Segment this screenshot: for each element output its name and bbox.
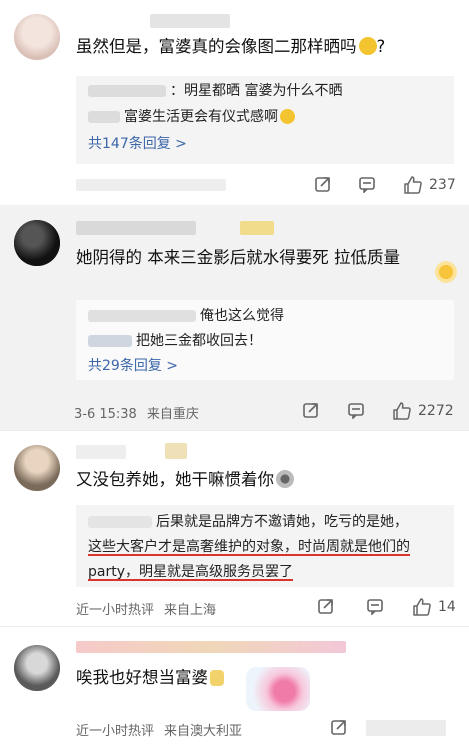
comment-icon: [359, 177, 375, 193]
username-blurred[interactable]: [150, 14, 230, 28]
face-emoji-icon: [276, 470, 294, 488]
action-bar: 3-6 15:38 来自重庆 2272: [74, 401, 459, 423]
comment-text: 她阴得的 本来三金影后就水得要死 拉低质量: [76, 248, 400, 267]
avatar[interactable]: [14, 445, 60, 491]
comment-meta: 近一小时热评 来自澳大利亚: [76, 720, 252, 739]
thumbs-up-icon: [393, 402, 411, 420]
avatar[interactable]: [14, 14, 60, 60]
share-button[interactable]: [330, 718, 348, 736]
reply-username-blurred: [88, 516, 152, 528]
comment-location: 来自澳大利亚: [164, 724, 243, 739]
laughing-emoji-icon: [280, 109, 295, 124]
reply-box[interactable]: 俺也这么觉得 把她三金都收回去！ 共29条回复 >: [76, 300, 454, 380]
quote-line-text: 这些大客户才是高奢维护的对象，时尚周就是他们的: [88, 539, 410, 555]
more-replies-link[interactable]: 共29条回复 >: [88, 355, 178, 375]
share-button[interactable]: [314, 175, 332, 193]
quoted-reply[interactable]: 后果就是品牌方不邀请她，吃亏的是她， 这些大客户才是高奢维护的对象，时尚周就是他…: [76, 505, 454, 587]
actions-blurred: [366, 720, 446, 736]
comment-location: 来自上海: [164, 603, 217, 618]
avatar[interactable]: [14, 220, 60, 266]
reply-line: ：明星都晒 富婆为什么不晒: [88, 80, 342, 100]
like-button[interactable]: 14: [412, 597, 456, 617]
meta-blurred: [76, 179, 226, 191]
thumbs-up-icon: [413, 598, 431, 616]
comment-time: 3-6 15:38: [74, 407, 137, 422]
thumbs-up-icon: [404, 176, 422, 194]
reply-line: 俺也这么觉得: [88, 305, 284, 325]
quote-line: party，明星就是高级服务员罢了: [88, 561, 293, 581]
like-count: 237: [429, 177, 456, 193]
reply-username-blurred: [88, 85, 166, 97]
share-icon: [318, 599, 333, 614]
username-blurred[interactable]: [76, 221, 196, 235]
sun-icon: [435, 261, 457, 283]
like-count: 14: [438, 599, 456, 615]
reply-username-blurred: [88, 335, 132, 347]
comment-button[interactable]: [358, 175, 376, 193]
quote-line-text: party，明星就是高级服务员罢了: [88, 564, 293, 580]
reply-line: 富婆生活更会有仪式感啊: [88, 106, 295, 126]
username-blurred[interactable]: [76, 445, 126, 459]
like-count: 2272: [418, 403, 454, 419]
badge-blurred: [240, 221, 274, 235]
comment-time: 近一小时热评: [76, 603, 155, 618]
avatar[interactable]: [14, 645, 60, 691]
comment-meta: 3-6 15:38 来自重庆: [74, 403, 209, 422]
comment-button[interactable]: [347, 401, 365, 419]
reply-username-blurred: [88, 310, 196, 322]
share-icon: [331, 720, 346, 735]
comment-icon: [348, 403, 364, 419]
reply-line: 把她三金都收回去！: [88, 330, 262, 350]
quote-line: 后果就是品牌方不邀请她，吃亏的是她，: [88, 511, 408, 531]
action-bar: 近一小时热评 来自澳大利亚: [76, 718, 459, 740]
comment-icon: [367, 599, 383, 615]
comment-meta: 近一小时热评 来自上海: [76, 599, 226, 618]
comment-4: 唉我也好想当富婆 近一小时热评 来自澳大利亚: [0, 627, 469, 750]
comment-2: 她阴得的 本来三金影后就水得要死 拉低质量 俺也这么觉得 把她三金都收回去！ 共…: [0, 205, 469, 430]
comment-3: 又没包养她，她干嘛惯着你 后果就是品牌方不邀请她，吃亏的是她， 这些大客户才是高…: [0, 431, 469, 626]
comment-button[interactable]: [366, 597, 384, 615]
laughing-emoji-icon: [358, 37, 377, 55]
action-bar: 237: [76, 175, 459, 197]
quote-line: 这些大客户才是高奢维护的对象，时尚周就是他们的: [88, 536, 410, 556]
more-replies-link[interactable]: 共147条回复 >: [88, 133, 187, 153]
comment-location: 来自重庆: [146, 407, 199, 422]
like-button[interactable]: 237: [403, 175, 456, 195]
sticker-image: [246, 667, 310, 711]
share-icon: [315, 177, 330, 192]
reply-username-blurred: [88, 111, 120, 123]
like-button[interactable]: 2272: [392, 401, 454, 421]
comment-text: 又没包养她，她干嘛惯着你: [76, 469, 294, 491]
comment-1: 虽然但是，富婆真的会像图二那样晒吗? ：明星都晒 富婆为什么不晒 富婆生活更会有…: [0, 0, 469, 205]
comment-text: 唉我也好想当富婆: [76, 667, 224, 689]
username-blurred[interactable]: [76, 641, 346, 653]
action-bar: 近一小时热评 来自上海 14: [76, 597, 459, 619]
reply-box[interactable]: ：明星都晒 富婆为什么不晒 富婆生活更会有仪式感啊 共147条回复 >: [76, 76, 454, 164]
comment-text: 虽然但是，富婆真的会像图二那样晒吗?: [76, 37, 386, 56]
figure-emoji-icon: [210, 670, 224, 686]
badge-blurred: [165, 443, 187, 459]
share-button[interactable]: [302, 401, 320, 419]
share-icon: [303, 403, 318, 418]
share-button[interactable]: [317, 597, 335, 615]
comment-time: 近一小时热评: [76, 724, 155, 739]
